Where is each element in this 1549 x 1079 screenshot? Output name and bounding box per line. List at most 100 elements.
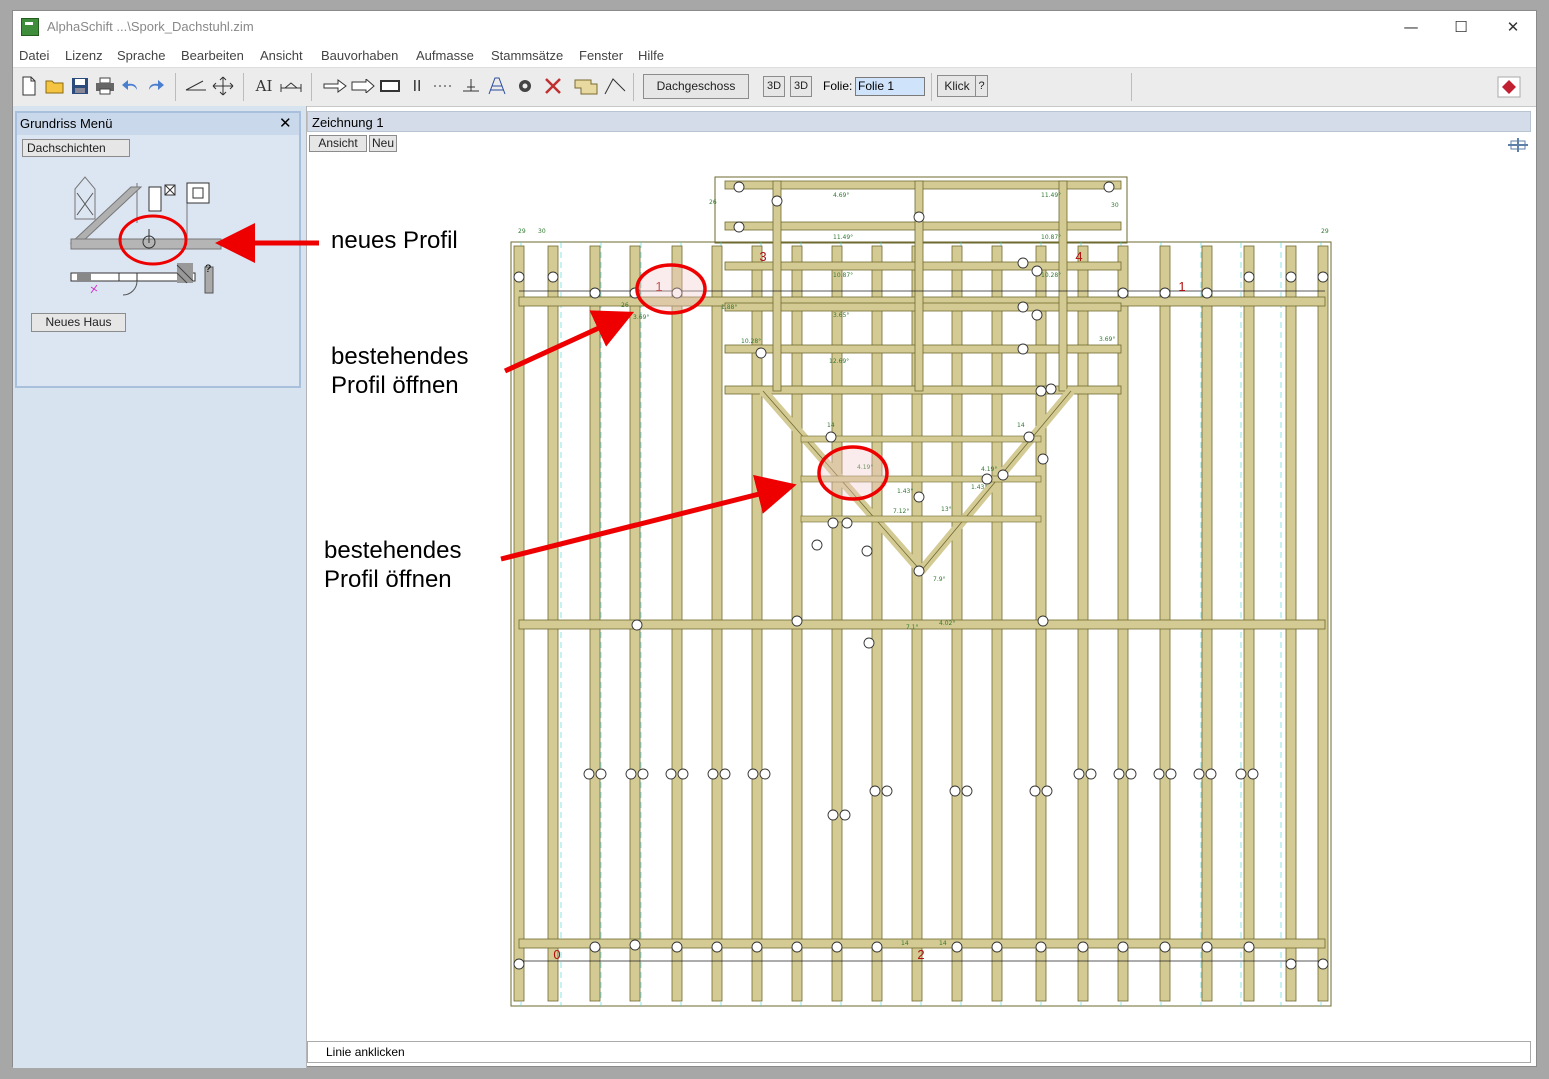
joint-circle xyxy=(1243,271,1255,283)
undo-icon[interactable] xyxy=(121,78,141,94)
stairs-icon[interactable] xyxy=(487,76,511,96)
dormer-post xyxy=(772,180,782,392)
joint-circle xyxy=(1117,941,1129,953)
joint-circle xyxy=(631,619,643,631)
house-floor-plan-diagram[interactable] xyxy=(57,163,237,298)
menu-bearbeiten[interactable]: Bearbeiten xyxy=(181,48,244,63)
dimension-label: 14 xyxy=(939,940,947,947)
menu-stammsaetze[interactable]: Stammsätze xyxy=(491,48,563,63)
joint-circle xyxy=(751,941,763,953)
view-3d-button[interactable]: 3D xyxy=(763,76,785,97)
toolbar: AI II Dachgeschoss 3D 3D Folie: Folie 1 … xyxy=(13,67,1536,107)
settings-gear-icon[interactable] xyxy=(515,77,535,95)
joint-circle xyxy=(981,473,993,485)
joint-circle xyxy=(827,517,839,529)
app-logo-icon xyxy=(21,18,39,36)
joint-circle xyxy=(1285,271,1297,283)
joint-circle xyxy=(997,469,1009,481)
klick-button[interactable]: Klick xyxy=(937,75,977,97)
joint-circle xyxy=(629,287,641,299)
joint-tool-icon[interactable] xyxy=(461,77,481,95)
joint-circle xyxy=(1073,768,1085,780)
axis-marker: 1 xyxy=(1178,279,1185,294)
dimension-label: 14 xyxy=(901,940,909,947)
dimension-label: 14 xyxy=(827,422,835,429)
minimize-button[interactable]: — xyxy=(1388,15,1434,39)
tools-icon[interactable] xyxy=(543,76,567,96)
joint-circle xyxy=(839,809,851,821)
split-view-icon[interactable] xyxy=(1507,137,1529,153)
joint-circle xyxy=(881,785,893,797)
joint-circle xyxy=(913,211,925,223)
menu-hilfe[interactable]: Hilfe xyxy=(638,48,664,63)
dimension-label: 4.02° xyxy=(939,620,955,627)
move-arrows-icon[interactable] xyxy=(211,76,235,96)
panel-close-icon[interactable]: ✕ xyxy=(279,114,292,132)
joint-circle xyxy=(755,347,767,359)
joint-circle xyxy=(791,941,803,953)
joint-circle xyxy=(831,941,843,953)
dimension-label: 3.69° xyxy=(1099,336,1115,343)
dimension-label: 10.28° xyxy=(741,338,761,345)
profile-tool-icon[interactable] xyxy=(573,76,599,96)
roof-framing-plan[interactable]: 1 2 3 4 0 1 29 30 29 26 30 26 3.69° 4.69° 11.49° 11.49°… xyxy=(307,152,1531,1038)
joint-circle xyxy=(1037,453,1049,465)
axis-marker: 2 xyxy=(917,947,924,962)
print-icon[interactable] xyxy=(95,77,115,95)
rectangle-tool-icon[interactable] xyxy=(379,79,401,93)
folie-input[interactable]: Folie 1 xyxy=(855,77,925,96)
dotted-line-icon[interactable] xyxy=(433,80,455,92)
joint-circle xyxy=(1159,287,1171,299)
new-file-icon[interactable] xyxy=(21,76,37,96)
tab-ansicht[interactable]: Ansicht xyxy=(309,135,367,152)
joint-circle xyxy=(733,221,745,233)
double-arrow-icon[interactable] xyxy=(351,79,375,93)
annotation-new-profile: neues Profil xyxy=(331,227,458,254)
axis-marker: 1 xyxy=(655,279,662,294)
dimension-label: 14 xyxy=(1017,422,1025,429)
redo-icon[interactable] xyxy=(145,78,165,94)
menu-lizenz[interactable]: Lizenz xyxy=(65,48,103,63)
text-tool-icon[interactable]: AI xyxy=(253,76,275,96)
menu-bauvorhaben[interactable]: Bauvorhaben xyxy=(321,48,398,63)
dimension-tool-icon[interactable] xyxy=(279,78,303,94)
menu-fenster[interactable]: Fenster xyxy=(579,48,623,63)
arrow-right-icon[interactable] xyxy=(323,79,347,93)
joint-circle xyxy=(707,768,719,780)
exit-diamond-icon[interactable] xyxy=(1497,76,1521,98)
menu-ansicht[interactable]: Ansicht xyxy=(260,48,303,63)
window-title: AlphaSchift ...\Spork_Dachstuhl.zim xyxy=(47,19,254,34)
angle-line-icon[interactable] xyxy=(185,78,207,94)
floor-select-button[interactable]: Dachgeschoss xyxy=(643,74,749,99)
drawing-canvas[interactable]: 1 2 3 4 0 1 29 30 29 26 30 26 3.69° 4.69° 11.49° 11.49°… xyxy=(307,152,1531,1038)
close-window-button[interactable]: ✕ xyxy=(1490,15,1536,39)
roof-line-icon[interactable] xyxy=(603,76,627,96)
joint-circle xyxy=(583,768,595,780)
menu-bar: Datei Lizenz Sprache Bearbeiten Ansicht … xyxy=(13,44,1536,66)
menu-datei[interactable]: Datei xyxy=(19,48,49,63)
dimension-label: 12.69° xyxy=(829,358,849,365)
pause-tool-icon[interactable]: II xyxy=(407,76,427,96)
tab-dachschichten[interactable]: Dachschichten xyxy=(22,139,130,157)
new-house-button[interactable]: Neues Haus xyxy=(31,313,126,332)
joint-circle xyxy=(1243,941,1255,953)
klick-help-button[interactable]: ? xyxy=(975,75,988,97)
joint-circle xyxy=(1153,768,1165,780)
menu-aufmasse[interactable]: Aufmasse xyxy=(416,48,474,63)
joint-circle xyxy=(1085,768,1097,780)
dimension-label: 7.9° xyxy=(933,576,946,583)
dimension-label: 11.49° xyxy=(1041,192,1061,199)
dimension-label: 7.12° xyxy=(893,508,909,515)
dimension-label: 30 xyxy=(538,228,546,235)
tab-neu[interactable]: Neu xyxy=(369,135,397,152)
dimension-label: 1.43° xyxy=(971,484,987,491)
view-3d-alt-button[interactable]: 3D xyxy=(790,76,812,97)
open-folder-icon[interactable] xyxy=(45,77,65,95)
menu-sprache[interactable]: Sprache xyxy=(117,48,165,63)
save-icon[interactable] xyxy=(71,77,89,95)
maximize-button[interactable]: ☐ xyxy=(1438,15,1484,39)
joint-circle xyxy=(1125,768,1137,780)
joint-circle xyxy=(1017,343,1029,355)
dimension-label: 29 xyxy=(518,228,526,235)
joint-circle xyxy=(733,181,745,193)
